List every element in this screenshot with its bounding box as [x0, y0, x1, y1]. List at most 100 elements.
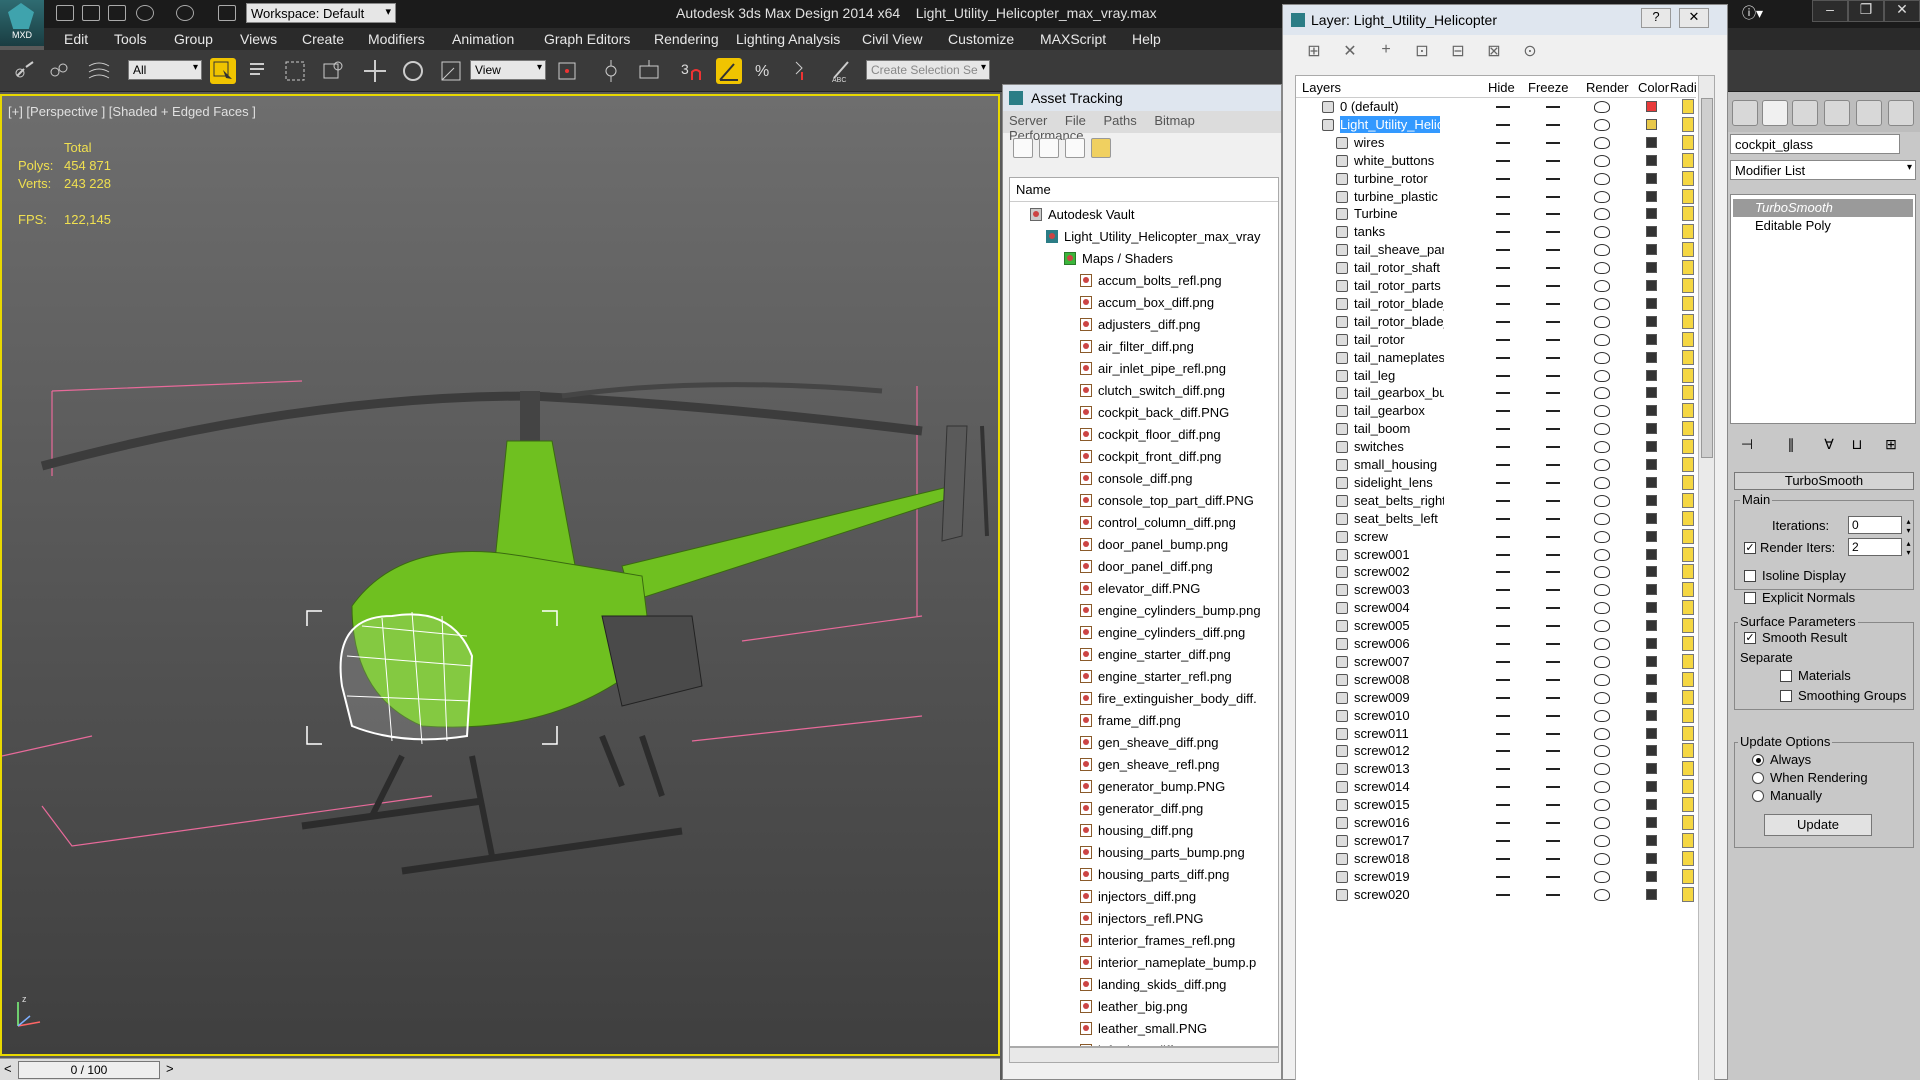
freeze-toggle[interactable] — [1546, 660, 1560, 663]
layer-color-swatch[interactable] — [1646, 727, 1657, 739]
scene-file-node[interactable]: Light_Utility_Helicopter_max_vray — [1046, 226, 1261, 248]
layer-color-swatch[interactable] — [1646, 244, 1657, 256]
hide-toggle[interactable] — [1496, 607, 1510, 610]
layer-color-swatch[interactable] — [1646, 799, 1657, 811]
utilities-tab-icon[interactable] — [1888, 100, 1914, 126]
freeze-toggle[interactable] — [1546, 123, 1560, 126]
menu-lighting-analysis[interactable]: Lighting Analysis — [736, 31, 840, 47]
undo-icon[interactable] — [136, 5, 154, 21]
layer-color-swatch[interactable] — [1646, 530, 1657, 542]
layer-object-row[interactable]: screw006 — [1296, 635, 1696, 652]
hide-toggle[interactable] — [1496, 517, 1510, 520]
freeze-toggle[interactable] — [1546, 481, 1560, 484]
update-manually-radio[interactable] — [1752, 790, 1764, 802]
hide-toggle[interactable] — [1496, 499, 1510, 502]
hide-toggle[interactable] — [1496, 338, 1510, 341]
freeze-toggle[interactable] — [1546, 446, 1560, 449]
radiosity-icon[interactable] — [1682, 636, 1694, 651]
rectangular-selection-icon[interactable] — [282, 58, 308, 84]
radiosity-icon[interactable] — [1682, 618, 1694, 634]
vault-node[interactable]: Autodesk Vault — [1030, 204, 1134, 226]
layer-object-row[interactable]: wires — [1296, 134, 1696, 151]
radiosity-icon[interactable] — [1682, 743, 1694, 759]
radiosity-icon[interactable] — [1682, 313, 1694, 329]
freeze-toggle[interactable] — [1546, 857, 1560, 860]
radiosity-icon[interactable] — [1682, 886, 1694, 902]
update-button[interactable]: Update — [1764, 814, 1872, 836]
minimize-button[interactable]: – — [1812, 0, 1848, 22]
radiosity-icon[interactable] — [1682, 188, 1694, 204]
layer-color-swatch[interactable] — [1646, 190, 1657, 202]
radiosity-icon[interactable] — [1682, 546, 1694, 562]
render-teapot-icon[interactable] — [1594, 333, 1610, 346]
render-teapot-icon[interactable] — [1594, 280, 1610, 292]
asset-file-row[interactable]: engine_starter_refl.png — [1080, 666, 1232, 688]
asset-menu-paths[interactable]: Paths — [1104, 113, 1137, 128]
layer-color-swatch[interactable] — [1646, 262, 1657, 274]
layer-color-swatch[interactable] — [1646, 745, 1657, 757]
asset-file-row[interactable]: injectors_refl.PNG — [1080, 908, 1203, 930]
select-in-layer-icon[interactable]: ⊡ — [1411, 41, 1433, 63]
asset-file-row[interactable]: landing_skids_diff.png — [1080, 974, 1226, 996]
radiosity-icon[interactable] — [1682, 206, 1694, 222]
radiosity-icon[interactable] — [1682, 278, 1694, 293]
maps-folder-node[interactable]: Maps / Shaders — [1064, 248, 1173, 270]
layer-color-swatch[interactable] — [1646, 512, 1657, 524]
freeze-toggle[interactable] — [1546, 822, 1560, 824]
app-logo[interactable]: MXD — [0, 0, 44, 46]
layer-object-row[interactable]: Turbine — [1296, 205, 1696, 222]
render-teapot-icon[interactable] — [1594, 745, 1610, 758]
layer-object-row[interactable]: screw009 — [1296, 689, 1696, 706]
asset-file-row[interactable]: housing_parts_bump.png — [1080, 842, 1245, 864]
render-teapot-icon[interactable] — [1594, 351, 1610, 364]
asset-file-row[interactable]: housing_diff.png — [1080, 820, 1193, 842]
freeze-toggle[interactable] — [1546, 159, 1560, 162]
radiosity-icon[interactable] — [1682, 850, 1694, 866]
render-teapot-icon[interactable] — [1594, 870, 1610, 883]
layer-color-swatch[interactable] — [1646, 673, 1657, 685]
layer-object-row[interactable]: screw007 — [1296, 653, 1696, 670]
radiosity-icon[interactable] — [1682, 260, 1694, 276]
hide-toggle[interactable] — [1496, 660, 1510, 663]
hide-toggle[interactable] — [1496, 481, 1510, 484]
remove-modifier-icon[interactable]: ⊔ — [1846, 436, 1868, 458]
hide-toggle[interactable] — [1496, 428, 1510, 431]
layer-color-swatch[interactable] — [1646, 405, 1657, 417]
layer-object-row[interactable]: screw016 — [1296, 814, 1696, 831]
layer-color-swatch[interactable] — [1646, 655, 1657, 667]
layer-object-row[interactable]: turbine_plastic — [1296, 188, 1696, 205]
refresh-icon[interactable] — [1013, 138, 1033, 158]
bind-space-warp-icon[interactable] — [86, 58, 112, 84]
hide-toggle[interactable] — [1496, 625, 1510, 628]
asset-file-row[interactable]: frame_diff.png — [1080, 710, 1181, 732]
hide-toggle[interactable] — [1496, 822, 1510, 824]
freeze-toggle[interactable] — [1546, 678, 1560, 681]
radiosity-icon[interactable] — [1682, 689, 1694, 705]
render-teapot-icon[interactable] — [1594, 781, 1610, 794]
asset-tracking-titlebar[interactable]: Asset Tracking — [1003, 85, 1281, 111]
asset-file-row[interactable]: engine_cylinders_bump.png — [1080, 600, 1261, 622]
asset-file-row[interactable]: accum_box_diff.png — [1080, 292, 1214, 314]
radiosity-icon[interactable] — [1682, 403, 1694, 419]
layer-object-row[interactable]: screw004 — [1296, 599, 1696, 616]
asset-file-row[interactable]: housing_parts_diff.png — [1080, 864, 1229, 886]
layer-object-row[interactable]: screw003 — [1296, 581, 1696, 598]
render-teapot-icon[interactable] — [1594, 655, 1610, 668]
menu-help[interactable]: Help — [1132, 31, 1161, 47]
reference-coordinate-dropdown[interactable]: View — [470, 60, 546, 80]
layer-color-swatch[interactable] — [1646, 691, 1657, 703]
freeze-toggle[interactable] — [1546, 893, 1560, 896]
hide-toggle[interactable] — [1496, 141, 1510, 144]
render-teapot-icon[interactable] — [1594, 226, 1610, 239]
render-teapot-icon[interactable] — [1594, 620, 1610, 633]
layer-vertical-scrollbar[interactable] — [1698, 76, 1714, 1080]
motion-tab-icon[interactable] — [1824, 100, 1850, 126]
layer-object-row[interactable]: tail_rotor_parts — [1296, 277, 1696, 294]
delete-layer-icon[interactable]: ✕ — [1339, 41, 1361, 63]
layer-object-row[interactable]: seat_belts_right — [1296, 492, 1696, 509]
hide-toggle[interactable] — [1496, 571, 1510, 574]
asset-file-row[interactable]: generator_diff.png — [1080, 798, 1203, 820]
radiosity-icon[interactable] — [1682, 510, 1694, 526]
hide-toggle[interactable] — [1496, 123, 1510, 126]
menu-animation[interactable]: Animation — [452, 31, 514, 47]
